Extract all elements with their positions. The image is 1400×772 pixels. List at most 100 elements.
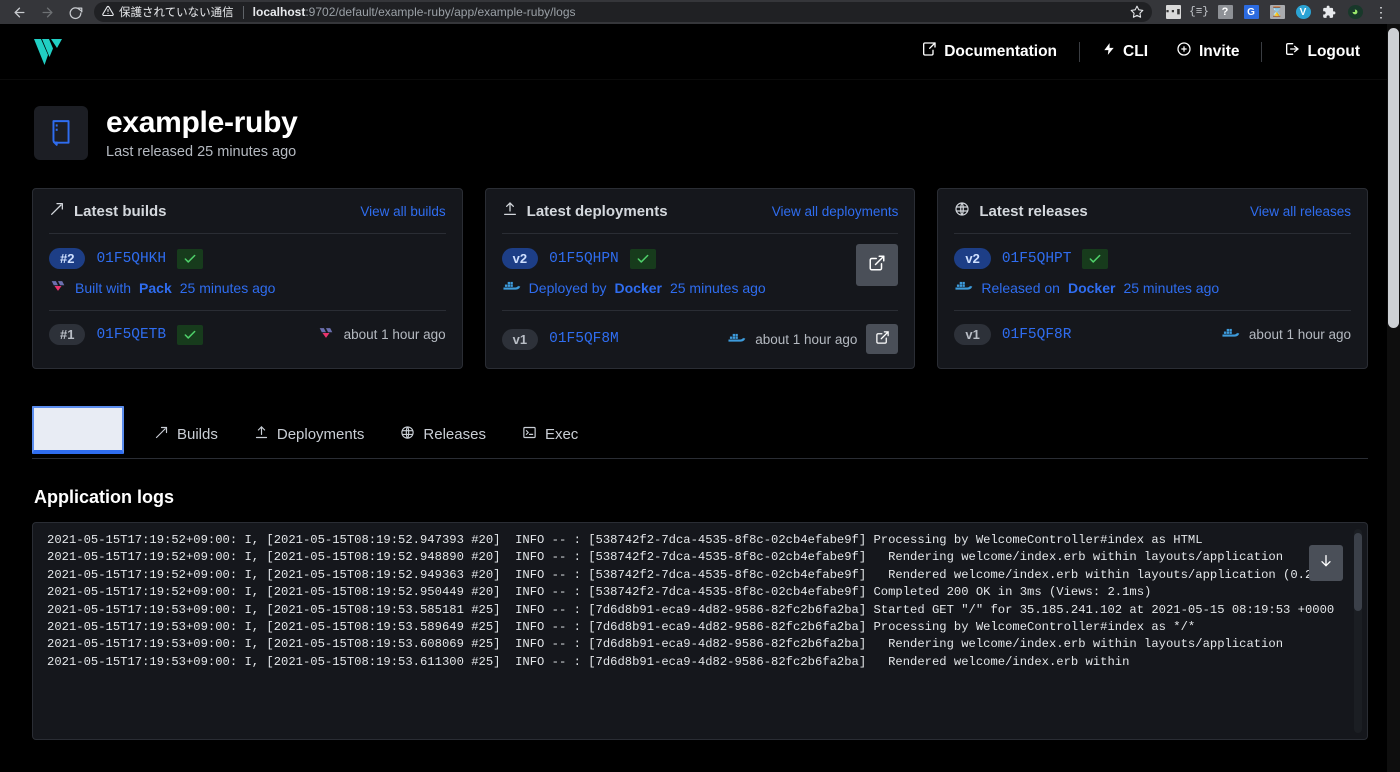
- deployment-secondary-id[interactable]: 01F5QF8M: [549, 331, 619, 347]
- nav-link-logout[interactable]: Logout: [1270, 41, 1374, 62]
- deployment-row-secondary: v1 01F5QF8M about 1 hour ago: [501, 311, 899, 354]
- release-primary-time: 25 minutes ago: [1123, 279, 1220, 296]
- check-icon: [629, 248, 656, 269]
- docker-icon: [502, 279, 521, 296]
- release-secondary-badge: v1: [954, 324, 991, 345]
- logs-scrollbar-thumb[interactable]: [1354, 533, 1362, 611]
- release-primary-platform: Docker: [1067, 279, 1116, 296]
- tab-deployments[interactable]: Deployments: [236, 425, 383, 458]
- check-icon: [1082, 248, 1109, 269]
- nav-link-cli[interactable]: CLI: [1088, 41, 1162, 62]
- tab-builds[interactable]: Builds: [136, 425, 236, 458]
- nav-link-documentation[interactable]: Documentation: [907, 41, 1071, 62]
- google-translate-extension-icon[interactable]: G: [1238, 1, 1264, 23]
- deployment-primary-time: 25 minutes ago: [669, 279, 766, 296]
- external-link-icon: [875, 330, 890, 348]
- deployment-primary-meta-prefix: Deployed by: [528, 279, 607, 296]
- omnibox[interactable]: 保護されていない通信 localhost:9702/default/exampl…: [94, 2, 1152, 22]
- view-all-releases-link[interactable]: View all releases: [1250, 204, 1351, 219]
- tab-releases[interactable]: Releases: [382, 425, 504, 458]
- app-book-icon: [34, 106, 88, 160]
- card-releases-header: Latest releases View all releases: [954, 201, 1351, 233]
- back-button[interactable]: [6, 1, 32, 23]
- warning-triangle-icon: [102, 5, 114, 20]
- deployment-secondary-badge: v1: [501, 328, 539, 350]
- json-formatter-extension-icon[interactable]: {≡}: [1186, 1, 1212, 23]
- browser-toolbar: 保護されていない通信 localhost:9702/default/exampl…: [0, 0, 1400, 24]
- topnav-links: Documentation CLI Invite Logout: [907, 41, 1374, 62]
- lightning-icon: [1102, 41, 1116, 62]
- chrome-menu-icon[interactable]: ⋮: [1368, 1, 1394, 23]
- tab-exec[interactable]: Exec: [504, 425, 596, 458]
- deployment-primary-id[interactable]: 01F5QHPN: [549, 251, 619, 267]
- release-secondary-id[interactable]: 01F5QF8R: [1002, 327, 1072, 343]
- tab-builds-label: Builds: [177, 426, 218, 443]
- hammer-icon: [154, 425, 169, 444]
- deployment-secondary-time: about 1 hour ago: [755, 331, 858, 347]
- log-line: 2021-05-15T17:19:53+09:00: I, [2021-05-1…: [47, 620, 1196, 635]
- section-tabs: Builds Deployments Releases Exec: [32, 401, 1368, 459]
- vimium-extension-icon[interactable]: V: [1290, 1, 1316, 23]
- nav-link-invite[interactable]: Invite: [1162, 41, 1253, 62]
- logs-panel: 2021-05-15T17:19:52+09:00: I, [2021-05-1…: [32, 522, 1368, 740]
- browser-extensions: ▪▪▮ {≡} ? G ⌛ V ◕ ⋮: [1160, 1, 1394, 23]
- build-secondary-time: about 1 hour ago: [343, 327, 446, 342]
- deployment-secondary-external-link-button[interactable]: [866, 324, 899, 354]
- build-primary-badge: #2: [49, 248, 86, 269]
- nav-divider-2: [1261, 41, 1263, 62]
- view-all-deployments-link[interactable]: View all deployments: [772, 204, 899, 219]
- check-icon: [177, 324, 204, 345]
- security-warning[interactable]: 保護されていない通信: [102, 4, 234, 20]
- check-icon: [177, 248, 204, 269]
- log-line: 2021-05-15T17:19:52+09:00: I, [2021-05-1…: [47, 550, 1284, 565]
- unknown-extension-icon[interactable]: ?: [1212, 1, 1238, 23]
- release-primary-id[interactable]: 01F5QHPT: [1002, 251, 1072, 267]
- url-host: localhost: [252, 5, 306, 19]
- tab-deployments-label: Deployments: [276, 426, 365, 443]
- page-scrollbar-track[interactable]: [1387, 24, 1400, 772]
- build-primary-id[interactable]: 01F5QHKH: [96, 251, 166, 267]
- deployment-row-primary: v2 01F5QHPN Deployed by Docker 25 minute…: [501, 234, 899, 298]
- deployment-primary-platform: Docker: [614, 279, 662, 296]
- top-navigation: Documentation CLI Invite Logout: [0, 24, 1400, 80]
- nav-link-documentation-label: Documentation: [944, 42, 1058, 60]
- summary-cards: Latest builds View all builds #2 01F5QHK…: [0, 170, 1400, 369]
- terminal-icon: [522, 425, 537, 444]
- nav-divider-1: [1079, 41, 1081, 62]
- waypoint-logo[interactable]: [26, 33, 72, 71]
- pocket-extension-icon[interactable]: ▪▪▮: [1160, 1, 1186, 23]
- external-link-icon: [868, 254, 886, 277]
- scroll-to-bottom-button[interactable]: [1309, 545, 1343, 581]
- profile-avatar-icon[interactable]: ◕: [1342, 1, 1368, 23]
- build-primary-meta: Built with Pack 25 minutes ago: [49, 279, 446, 296]
- view-all-builds-link[interactable]: View all builds: [360, 204, 445, 219]
- page-scrollbar-thumb[interactable]: [1388, 28, 1399, 328]
- star-icon[interactable]: [1130, 5, 1144, 19]
- hourglass-extension-icon[interactable]: ⌛: [1264, 1, 1290, 23]
- app-root: Documentation CLI Invite Logout example-…: [0, 24, 1400, 772]
- deployment-primary-top: v2 01F5QHPN: [501, 248, 899, 269]
- card-builds-header: Latest builds View all builds: [49, 201, 446, 233]
- build-secondary-id[interactable]: 01F5QETB: [96, 327, 166, 343]
- log-line: 2021-05-15T17:19:52+09:00: I, [2021-05-1…: [47, 567, 1335, 582]
- deployment-primary-external-link-button[interactable]: [856, 244, 899, 286]
- build-secondary-badge: #1: [49, 324, 86, 345]
- puzzle-extensions-icon[interactable]: [1316, 1, 1342, 23]
- logs-heading: Application logs: [34, 487, 175, 507]
- tab-exec-label: Exec: [544, 426, 579, 443]
- forward-button[interactable]: [34, 1, 60, 23]
- hammer-icon: [49, 201, 65, 221]
- pack-icon: [49, 279, 67, 296]
- build-secondary-meta: about 1 hour ago: [317, 326, 446, 343]
- reload-button[interactable]: [62, 1, 88, 23]
- build-primary-top: #2 01F5QHKH: [49, 248, 446, 269]
- deployment-primary-meta: Deployed by Docker 25 minutes ago: [502, 279, 899, 296]
- tab-logs[interactable]: [32, 406, 124, 454]
- url-text: localhost:9702/default/example-ruby/app/…: [253, 5, 1124, 19]
- docker-icon: [727, 331, 746, 348]
- logs-output[interactable]: 2021-05-15T17:19:52+09:00: I, [2021-05-1…: [33, 523, 1367, 739]
- build-row-secondary: #1 01F5QETB about 1 hour ago: [49, 311, 446, 345]
- release-row-primary: v2 01F5QHPT Released on Docker 25 minute…: [954, 234, 1351, 298]
- build-primary-meta-prefix: Built with: [75, 279, 132, 296]
- log-line: 2021-05-15T17:19:52+09:00: I, [2021-05-1…: [47, 533, 1203, 547]
